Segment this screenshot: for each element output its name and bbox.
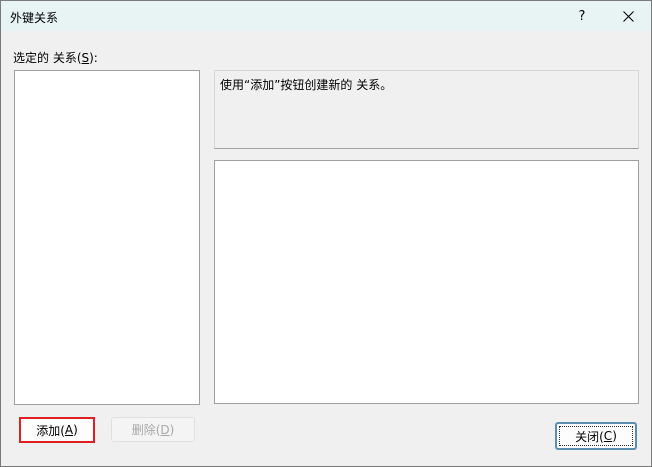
window-title: 外键关系 bbox=[10, 11, 59, 25]
close-icon bbox=[622, 10, 634, 22]
title-bar[interactable]: 外键关系 ? bbox=[1, 1, 651, 31]
help-icon: ? bbox=[578, 8, 586, 24]
relationships-list[interactable] bbox=[14, 70, 200, 405]
help-button[interactable]: ? bbox=[559, 1, 605, 31]
properties-grid[interactable] bbox=[214, 160, 639, 404]
description-text: 使用“添加”按钮创建新的 关系。 bbox=[220, 78, 393, 92]
add-button[interactable]: 添加(A) bbox=[19, 417, 95, 443]
foreign-key-relationships-dialog: 外键关系 ? 选定的 关系(S): 使用“添加”按钮创建新的 关系。 添加(A)… bbox=[0, 0, 652, 467]
title-close-button[interactable] bbox=[605, 1, 651, 31]
close-button[interactable]: 关闭(C) bbox=[555, 422, 637, 450]
delete-button[interactable]: 删除(D) bbox=[111, 417, 195, 442]
description-panel: 使用“添加”按钮创建新的 关系。 bbox=[214, 70, 639, 149]
selected-relationships-label: 选定的 关系(S): bbox=[13, 51, 98, 65]
focus-rectangle bbox=[559, 426, 633, 446]
